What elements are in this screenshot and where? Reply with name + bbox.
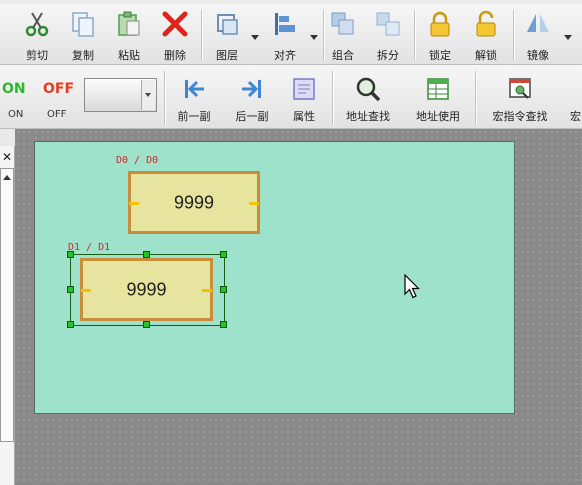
address-usage-button[interactable]: 地址使用 xyxy=(410,65,466,128)
paste-icon xyxy=(118,11,140,36)
unlock-icon xyxy=(476,10,496,37)
lock-label: 锁定 xyxy=(429,49,451,62)
align-dropdown-icon[interactable] xyxy=(310,35,318,40)
next-page-label: 后一副 xyxy=(235,110,269,123)
align-label: 对齐 xyxy=(274,49,296,62)
copy-icon xyxy=(72,12,94,37)
unlock-button[interactable]: 解锁 xyxy=(469,4,503,64)
object-address-label: D0 / D0 xyxy=(116,155,159,166)
object-address-label: D1 / D1 xyxy=(68,242,111,253)
lock-icon xyxy=(430,11,450,37)
numeric-value: 9999 xyxy=(126,279,167,299)
resize-handle-sw[interactable] xyxy=(67,321,74,328)
align-button[interactable]: 对齐 xyxy=(268,4,302,64)
layer-label: 图层 xyxy=(216,49,238,62)
resize-handle-s[interactable] xyxy=(143,321,150,328)
copy-label: 复制 xyxy=(72,49,94,62)
layer-button[interactable]: 图层 xyxy=(210,4,244,64)
mirror-label: 镜像 xyxy=(527,49,549,62)
numeric-display-object-selected[interactable]: 9999 xyxy=(80,258,213,321)
toolbar-separator xyxy=(164,71,166,125)
address-search-label: 地址查找 xyxy=(346,110,390,123)
magnifier-icon xyxy=(356,77,381,102)
unlock-label: 解锁 xyxy=(475,49,497,62)
toolbar-separator xyxy=(414,10,416,60)
macro-button[interactable]: 宏 xyxy=(566,65,582,128)
delete-button[interactable]: 删除 xyxy=(158,4,192,64)
toolbar-separator xyxy=(323,10,325,60)
resize-handle-w[interactable] xyxy=(67,286,74,293)
view-toolbar: ON ON OFF OFF 前一副 后一副 属性 地址查找 地址使用 宏指令查找… xyxy=(0,65,582,129)
properties-icon xyxy=(293,78,315,100)
address-search-button[interactable]: 地址查找 xyxy=(340,65,396,128)
resize-handle-e[interactable] xyxy=(220,286,227,293)
scroll-up-icon[interactable] xyxy=(3,175,11,180)
copy-button[interactable]: 复制 xyxy=(66,4,100,64)
delete-icon xyxy=(162,11,188,37)
resize-handle-nw[interactable] xyxy=(67,251,74,258)
on-sub-label: ON xyxy=(8,109,24,120)
prev-page-button[interactable]: 前一副 xyxy=(172,65,216,128)
ungroup-button[interactable]: 拆分 xyxy=(371,4,405,64)
lock-button[interactable]: 锁定 xyxy=(423,4,457,64)
toolbar-separator xyxy=(201,10,203,60)
address-usage-label: 地址使用 xyxy=(416,110,460,123)
align-icon xyxy=(275,13,295,35)
group-label: 组合 xyxy=(332,49,354,62)
numeric-value: 9999 xyxy=(173,192,215,212)
macro-search-label: 宏指令查找 xyxy=(492,110,548,123)
toolbar-separator xyxy=(513,10,515,60)
ungroup-icon xyxy=(376,12,400,36)
panel-scrollbar[interactable] xyxy=(0,168,14,442)
toolbar-separator xyxy=(475,71,477,125)
macro-search-button[interactable]: 宏指令查找 xyxy=(487,65,553,128)
layer-dropdown-icon[interactable] xyxy=(251,35,259,40)
properties-button[interactable]: 属性 xyxy=(286,65,322,128)
close-icon[interactable]: ✕ xyxy=(0,150,14,164)
properties-label: 属性 xyxy=(293,110,315,123)
paste-label: 粘贴 xyxy=(118,49,140,62)
resize-handle-se[interactable] xyxy=(220,321,227,328)
mouse-cursor-icon xyxy=(404,274,420,299)
macro-search-icon xyxy=(509,78,531,99)
prev-page-icon xyxy=(185,80,204,98)
macro-label: 宏 xyxy=(570,110,581,123)
off-sub-label: OFF xyxy=(47,109,67,120)
scissors-icon xyxy=(25,12,49,37)
off-button[interactable]: OFF xyxy=(43,81,74,97)
prev-page-label: 前一副 xyxy=(177,110,211,123)
mirror-icon xyxy=(527,14,549,32)
on-button[interactable]: ON xyxy=(2,81,26,97)
numeric-display-object[interactable]: 9999 xyxy=(128,171,260,234)
resize-handle-n[interactable] xyxy=(143,251,150,258)
edit-toolbar: 剪切 复制 粘贴 删除 图层 对齐 组合 拆分 锁定 解锁 镜像 xyxy=(0,4,582,65)
cut-label: 剪切 xyxy=(26,49,48,62)
resize-handle-ne[interactable] xyxy=(220,251,227,258)
ungroup-label: 拆分 xyxy=(377,49,399,62)
next-page-button[interactable]: 后一副 xyxy=(230,65,274,128)
toolbar-separator xyxy=(332,71,334,125)
mirror-button[interactable]: 镜像 xyxy=(521,4,555,64)
group-icon xyxy=(331,12,354,35)
paste-button[interactable]: 粘贴 xyxy=(112,4,146,64)
next-page-icon xyxy=(242,80,261,98)
table-icon xyxy=(427,78,449,100)
cut-button[interactable]: 剪切 xyxy=(20,4,54,64)
delete-label: 删除 xyxy=(164,49,186,62)
layer-icon xyxy=(217,14,238,35)
group-button[interactable]: 组合 xyxy=(326,4,360,64)
mirror-dropdown-icon[interactable] xyxy=(564,35,572,40)
chevron-down-icon[interactable] xyxy=(141,80,155,110)
state-select[interactable] xyxy=(84,78,157,112)
